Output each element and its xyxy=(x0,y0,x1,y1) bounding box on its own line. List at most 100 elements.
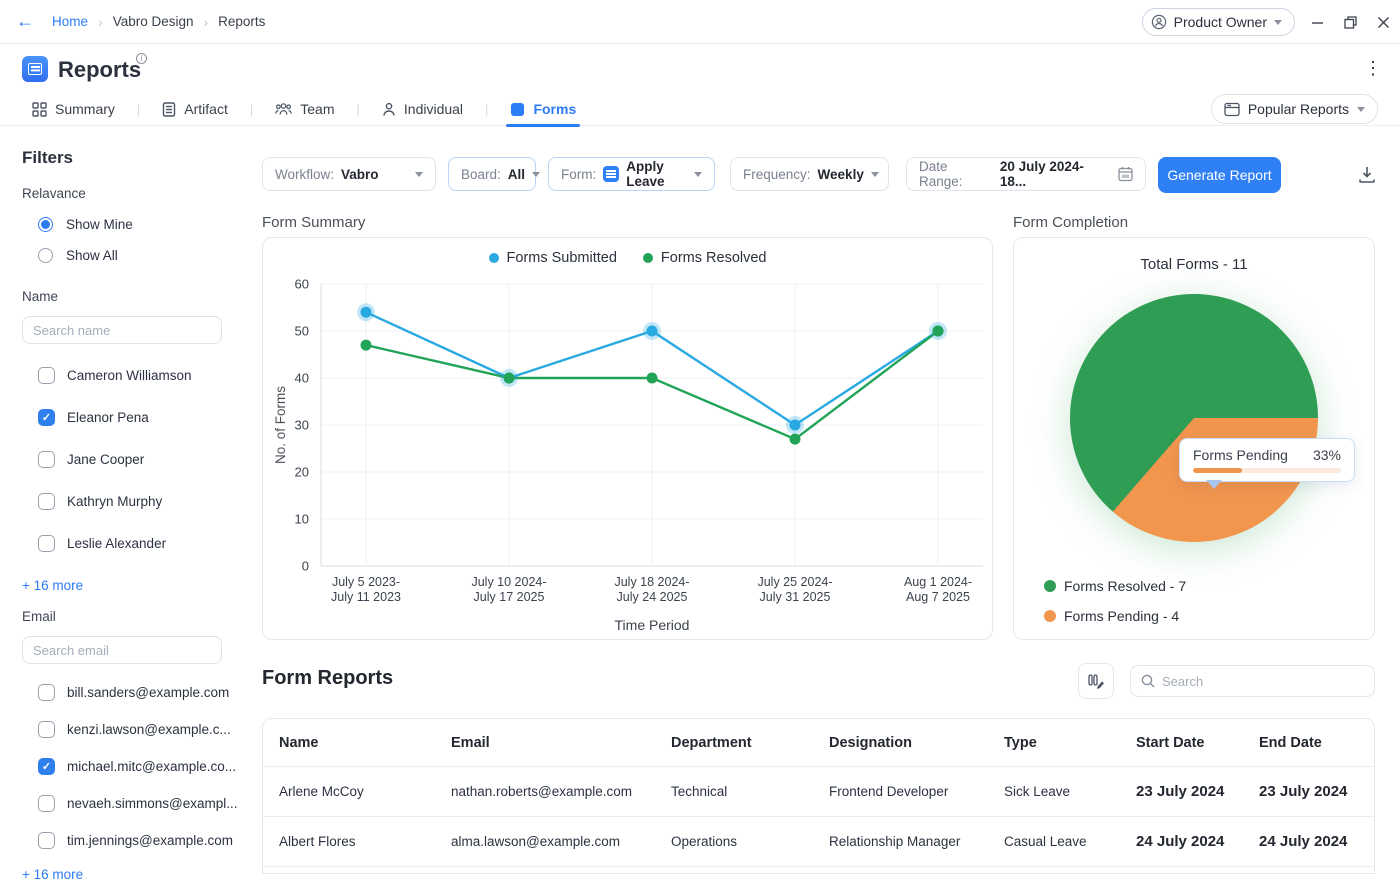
pie-legend: Forms Resolved - 7 Forms Pending - 4 xyxy=(1044,578,1186,624)
search-email-input[interactable] xyxy=(22,636,222,664)
checkbox-icon[interactable] xyxy=(38,832,55,849)
legend-dot-icon xyxy=(1044,580,1056,592)
email-more-link[interactable]: + 16 more xyxy=(22,867,230,882)
checkbox-row[interactable]: nevaeh.simmons@exampl... xyxy=(38,785,238,822)
table-cell: nathan.roberts@example.com xyxy=(451,784,633,799)
restore-button[interactable] xyxy=(1344,15,1357,29)
breadcrumb-home[interactable]: Home xyxy=(52,14,88,29)
user-icon xyxy=(1151,14,1167,30)
svg-text:No. of Forms: No. of Forms xyxy=(273,386,288,464)
more-options-icon[interactable]: ⋮ xyxy=(1364,57,1382,79)
pie-tooltip-progress xyxy=(1193,468,1341,473)
table-header-cell: Name xyxy=(279,734,319,751)
search-name-input[interactable] xyxy=(22,316,222,344)
date-range-picker[interactable]: Date Range: 20 July 2024- 18... xyxy=(906,157,1146,191)
calendar-icon xyxy=(1118,166,1133,182)
checkbox-label: Leslie Alexander xyxy=(67,535,167,551)
popular-reports-label: Popular Reports xyxy=(1247,101,1349,117)
workflow-dropdown[interactable]: Workflow: Vabro xyxy=(262,157,436,191)
breadcrumb-project[interactable]: Vabro Design xyxy=(113,14,194,29)
download-icon[interactable] xyxy=(1358,166,1376,183)
checkbox-label: Kathryn Murphy xyxy=(67,493,163,509)
tab-summary[interactable]: Summary xyxy=(28,92,119,126)
page-title: Reports xyxy=(58,57,142,82)
form-completion-title: Form Completion xyxy=(1013,214,1129,231)
tab-artifact[interactable]: Artifact xyxy=(158,92,232,126)
legend-label: Forms Resolved xyxy=(660,250,767,266)
chevron-down-icon xyxy=(415,171,423,177)
popular-reports-button[interactable]: Popular Reports xyxy=(1210,94,1378,124)
pie-tooltip-label: Forms Pending xyxy=(1193,447,1288,463)
line-chart-legend: Forms Submitted Forms Resolved xyxy=(263,250,992,266)
board-dropdown[interactable]: Board: All xyxy=(448,157,541,191)
close-button[interactable] xyxy=(1377,16,1390,29)
checkbox-icon[interactable]: ✓ xyxy=(38,758,55,775)
checkbox-row[interactable]: Cameron Williamson xyxy=(38,354,230,396)
checkbox-row[interactable]: Jane Cooper xyxy=(38,438,230,480)
date-range-value: 20 July 2024- 18... xyxy=(999,159,1084,189)
table-header-row: Name Email Department Designation Type Start … xyxy=(263,719,1374,767)
radio-label: Show Mine xyxy=(66,217,133,232)
generate-report-button[interactable]: Generate Report xyxy=(1158,157,1281,193)
checkbox-icon[interactable] xyxy=(38,684,55,701)
grid-icon xyxy=(32,101,47,117)
svg-text:50: 50 xyxy=(295,324,309,339)
checkbox-icon[interactable] xyxy=(38,721,55,738)
tab-individual[interactable]: Individual xyxy=(378,92,467,126)
person-icon xyxy=(382,102,396,117)
tab-separator: | xyxy=(249,101,254,117)
form-reports-title: Form Reports xyxy=(262,667,394,689)
checkbox-row[interactable]: Leslie Alexander xyxy=(38,522,230,564)
form-dropdown[interactable]: Form: Apply Leave xyxy=(548,157,715,191)
table-header-cell: End Date xyxy=(1259,734,1322,751)
frequency-dropdown[interactable]: Frequency: Weekly xyxy=(730,157,889,191)
checkbox-icon[interactable] xyxy=(38,450,55,468)
tab-label: Team xyxy=(300,101,335,117)
filter-columns-icon xyxy=(1087,672,1105,690)
minimize-button[interactable] xyxy=(1311,16,1324,29)
search-icon xyxy=(1141,674,1155,688)
pie-tooltip-percent: 33% xyxy=(1312,447,1341,463)
name-more-link[interactable]: + 16 more xyxy=(22,578,230,593)
column-filter-button[interactable] xyxy=(1078,663,1114,699)
table-search xyxy=(1130,665,1375,697)
checkbox-row[interactable]: ✓ Eleanor Pena xyxy=(38,396,230,438)
legend-label: Forms Submitted xyxy=(506,250,617,266)
workflow-value: Vabro xyxy=(341,166,379,182)
table-search-input[interactable] xyxy=(1162,673,1364,689)
pie-tooltip-pointer xyxy=(1206,480,1222,489)
tab-separator: | xyxy=(485,101,489,117)
radio-option-show-mine[interactable]: Show Mine xyxy=(38,217,230,232)
svg-text:Aug 1 2024-: Aug 1 2024- xyxy=(904,575,972,589)
tab-team[interactable]: Team xyxy=(271,92,338,126)
role-selector-button[interactable]: Product Owner xyxy=(1141,8,1295,36)
total-forms-label: Total Forms - 11 xyxy=(1140,256,1248,273)
checkbox-icon[interactable] xyxy=(38,795,55,812)
back-arrow-icon[interactable]: ← xyxy=(16,11,34,32)
page-header: Reports i ⋮ xyxy=(0,45,1400,92)
tab-forms[interactable]: Forms xyxy=(506,92,581,127)
checkbox-icon[interactable] xyxy=(38,534,55,552)
checkbox-row[interactable]: Kathryn Murphy xyxy=(38,480,230,522)
checkbox-label: Jane Cooper xyxy=(67,451,145,467)
checkbox-row[interactable]: kenzi.lawson@example.c... xyxy=(38,711,231,748)
table-cell: 24 July 2024 xyxy=(1136,833,1225,850)
table-row[interactable]: Arlene McCoy nathan.roberts@example.com Te… xyxy=(263,767,1374,817)
pie-legend-label: Forms Pending - 4 xyxy=(1064,608,1180,624)
form-completion-pie-chart[interactable] xyxy=(1070,294,1318,542)
radio-icon[interactable] xyxy=(38,217,53,232)
svg-text:60: 60 xyxy=(295,277,309,292)
pie-legend-label: Forms Resolved - 7 xyxy=(1064,578,1187,594)
checkbox-icon[interactable] xyxy=(38,366,55,384)
frequency-label: Frequency: xyxy=(743,166,811,182)
checkbox-icon[interactable] xyxy=(38,492,55,510)
info-icon[interactable]: i xyxy=(136,53,147,64)
table-row[interactable]: Albert Flores alma.lawson@example.com Oper… xyxy=(263,817,1374,867)
checkbox-row[interactable]: bill.sanders@example.com xyxy=(38,674,230,711)
table-header-cell: Type xyxy=(1004,734,1037,751)
checkbox-icon[interactable]: ✓ xyxy=(38,408,55,426)
checkbox-row[interactable]: tim.jennings@example.com xyxy=(38,822,233,859)
radio-icon[interactable] xyxy=(38,248,53,263)
radio-option-show-all[interactable]: Show All xyxy=(38,248,230,263)
checkbox-row[interactable]: ✓ michael.mitc@example.co... xyxy=(38,748,236,785)
